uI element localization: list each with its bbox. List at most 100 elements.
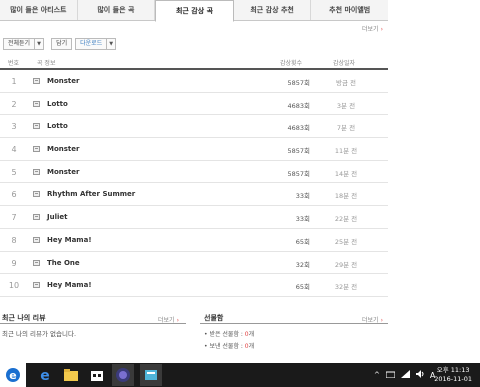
- clock-date: 2016-11-01: [434, 375, 472, 383]
- wifi-icon[interactable]: [400, 370, 410, 380]
- tab-my-album[interactable]: 추천 마이앨범: [311, 0, 388, 20]
- song-title[interactable]: Juliet: [47, 213, 67, 221]
- tab-top-songs[interactable]: 많이 들은 곡: [78, 0, 156, 20]
- play-count: 5857회: [287, 79, 310, 87]
- play-count: 5857회: [287, 169, 310, 178]
- song-info-icon[interactable]: [33, 168, 40, 175]
- played-time: 방금 전: [335, 79, 356, 87]
- played-time: 29분 전: [334, 260, 358, 269]
- download-dropdown[interactable]: ▼: [107, 38, 117, 50]
- played-time: 32분 전: [334, 283, 358, 292]
- review-title: 최근 나의 리뷰: [2, 314, 46, 322]
- played-time: 25분 전: [334, 237, 358, 246]
- chevron-down-icon: ▼: [109, 41, 114, 47]
- table-row[interactable]: 3 Lotto 4683회 7분 전: [0, 115, 388, 139]
- played-time: 11분 전: [334, 147, 358, 156]
- store-icon[interactable]: [86, 364, 108, 386]
- song-title[interactable]: Monster: [47, 145, 79, 153]
- row-number: 8: [11, 235, 17, 245]
- received-gift-item[interactable]: • 받은 선물함 : 0개: [204, 329, 254, 338]
- song-info-icon[interactable]: [33, 191, 40, 198]
- system-tray: ^ A: [374, 363, 435, 387]
- row-number: 9: [11, 258, 17, 268]
- song-info-icon[interactable]: [33, 236, 40, 243]
- table-row[interactable]: 8 Hey Mama! 65회 25분 전: [0, 229, 388, 252]
- song-info-icon[interactable]: [33, 146, 40, 153]
- table-header: 번호 곡 정보 감상횟수 감상일자: [0, 56, 388, 70]
- tab-top-artists[interactable]: 많이 들은 아티스트: [0, 0, 78, 20]
- song-title[interactable]: Monster: [47, 168, 79, 176]
- tab-recent-songs[interactable]: 최근 감상 곡: [155, 0, 234, 22]
- table-row[interactable]: 1 Monster 5857회 방금 전: [0, 70, 388, 93]
- song-title[interactable]: Rhythm After Summer: [47, 190, 135, 198]
- song-title[interactable]: Lotto: [47, 122, 68, 130]
- review-empty-text: 최근 나의 리뷰가 없습니다.: [2, 330, 77, 338]
- chevron-up-icon[interactable]: ^: [374, 371, 380, 379]
- play-all-button[interactable]: 전체듣기: [3, 38, 36, 50]
- played-time: 7분 전: [336, 124, 356, 133]
- network-icon[interactable]: [385, 370, 396, 380]
- clock-time: 오후 11:13: [436, 366, 470, 374]
- gift-title: 선물함: [204, 314, 224, 322]
- table-row[interactable]: 5 Monster 5857회 14분 전: [0, 161, 388, 184]
- song-info-icon[interactable]: [33, 78, 40, 84]
- tab-recent-recommend[interactable]: 최근 감상 추천: [234, 0, 312, 20]
- row-number: 2: [11, 99, 17, 109]
- chevron-right-icon: ›: [380, 26, 383, 33]
- folder-icon[interactable]: [60, 364, 82, 386]
- header-date: 감상일자: [333, 60, 356, 67]
- sent-label: 보낸 선물함 :: [209, 343, 245, 350]
- row-number: 1: [11, 77, 17, 86]
- header-info: 곡 정보: [37, 60, 56, 67]
- row-number: 10: [8, 281, 20, 291]
- play-count: 5857회: [287, 147, 310, 156]
- play-count: 65회: [295, 237, 310, 246]
- header-count: 감상횟수: [280, 60, 303, 67]
- play-count: 32회: [295, 260, 310, 269]
- row-number: 5: [11, 167, 17, 177]
- add-button[interactable]: 담기: [51, 38, 73, 50]
- table-row[interactable]: 2 Lotto 4683회 3분 전: [0, 93, 388, 116]
- table-row[interactable]: 6 Rhythm After Summer 33회 18분 전: [0, 183, 388, 207]
- svg-text:e: e: [40, 368, 50, 383]
- table-row[interactable]: 10 Hey Mama! 65회 32분 전: [0, 274, 388, 297]
- more-label: 더보기: [362, 26, 379, 33]
- table-row[interactable]: 9 The One 32회 29분 전: [0, 252, 388, 275]
- song-info-icon[interactable]: [33, 259, 40, 266]
- song-title[interactable]: The One: [47, 259, 80, 267]
- table-row[interactable]: 7 Juliet 33회 22분 전: [0, 206, 388, 229]
- play-all-dropdown[interactable]: ▼: [35, 38, 45, 50]
- song-info-icon[interactable]: [33, 100, 40, 107]
- review-divider: [0, 323, 186, 324]
- row-number: 6: [11, 190, 17, 200]
- start-button[interactable]: e: [0, 363, 26, 387]
- sent-unit: 개: [248, 343, 255, 350]
- song-title[interactable]: Hey Mama!: [47, 281, 92, 289]
- played-time: 14분 전: [334, 169, 358, 178]
- svg-text:e: e: [9, 369, 16, 382]
- header-num: 번호: [8, 60, 20, 67]
- download-button[interactable]: 다운로드: [75, 38, 108, 50]
- song-title[interactable]: Lotto: [47, 100, 68, 108]
- row-number: 7: [11, 213, 17, 223]
- tab-bar: 많이 들은 아티스트 많이 들은 곡 최근 감상 곡 최근 감상 추천 추천 마…: [0, 0, 388, 22]
- song-info-icon[interactable]: [33, 214, 40, 221]
- song-title[interactable]: Monster: [47, 77, 79, 85]
- browser-app-icon[interactable]: [112, 364, 134, 386]
- gift-divider: [200, 323, 388, 324]
- edge-icon[interactable]: e: [34, 364, 56, 386]
- played-time: 18분 전: [334, 192, 358, 201]
- song-info-icon[interactable]: [33, 123, 40, 130]
- sent-gift-item[interactable]: • 보낸 선물함 : 0개: [204, 341, 254, 350]
- volume-icon[interactable]: [415, 370, 425, 380]
- row-number: 3: [11, 122, 17, 132]
- song-list: 1 Monster 5857회 방금 전 2 Lotto 4683회 3분 전 …: [0, 70, 388, 297]
- taskbar: e e ^ A 오후 11:13 2016-11-01: [0, 363, 480, 387]
- more-link-top[interactable]: 더보기 ›: [362, 24, 383, 33]
- table-row[interactable]: 4 Monster 5857회 11분 전: [0, 138, 388, 161]
- play-count: 33회: [295, 192, 310, 201]
- app-window-icon[interactable]: [140, 364, 162, 386]
- clock[interactable]: 오후 11:13 2016-11-01: [434, 366, 472, 384]
- song-title[interactable]: Hey Mama!: [47, 236, 92, 244]
- song-info-icon[interactable]: [33, 282, 40, 289]
